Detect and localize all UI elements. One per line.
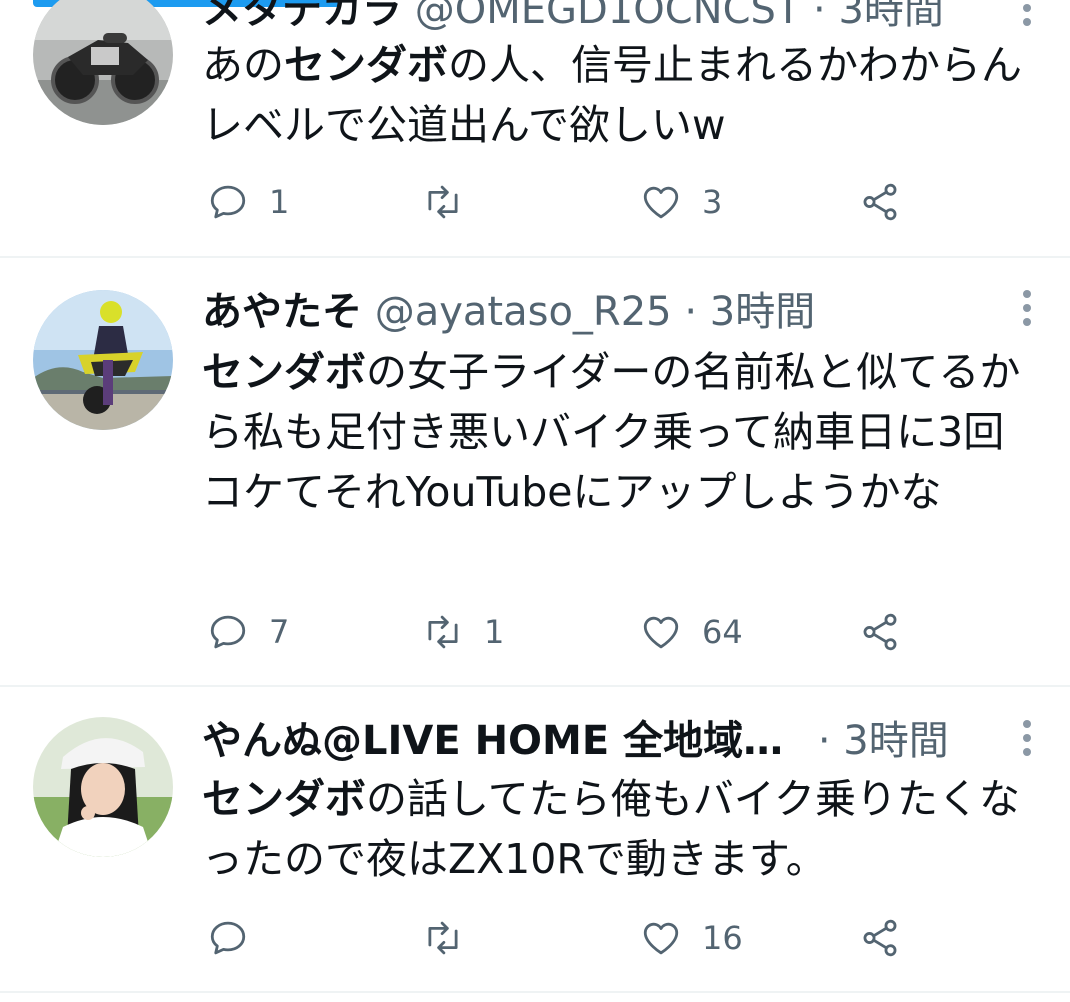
tweet-header: メタテカラ @OMEGD1OCNCST · 3時間	[202, 0, 1010, 40]
timestamp[interactable]: 3時間	[710, 289, 815, 335]
divider	[0, 991, 1070, 993]
like-button[interactable]: 64	[640, 610, 743, 654]
avatar[interactable]	[33, 0, 173, 125]
tweet[interactable]: やんぬ@LIVE HOME 全地域… · 3時間 センダボの話してたら俺もバイク…	[0, 687, 1070, 992]
tweet-actions: 16	[202, 916, 922, 960]
reply-button[interactable]: 1	[207, 180, 289, 224]
user-handle[interactable]: @ayataso_R25	[375, 289, 672, 335]
separator-dot: ·	[684, 289, 698, 335]
like-button[interactable]: 3	[640, 180, 722, 224]
display-name[interactable]: やんぬ@LIVE HOME 全地域…	[202, 718, 783, 764]
like-button[interactable]: 16	[640, 916, 743, 960]
tweet-actions: 1 3	[202, 180, 922, 224]
retweet-button[interactable]	[422, 916, 484, 960]
reply-icon	[210, 921, 246, 955]
timestamp[interactable]: 3時間	[838, 0, 943, 33]
tweet[interactable]: あやたそ @ayataso_R25 · 3時間 センダボの女子ライダーの名前私と…	[0, 257, 1070, 685]
avatar[interactable]	[33, 290, 173, 430]
reply-count: 7	[269, 613, 290, 651]
tweet-text: あのセンダボの人、信号止まれるかわからんレベルで公道出んで欲しいw	[202, 35, 1042, 155]
reply-count: 1	[269, 183, 290, 221]
more-icon[interactable]	[1022, 290, 1032, 330]
reply-icon	[210, 185, 246, 219]
tweet-header: やんぬ@LIVE HOME 全地域… · 3時間	[202, 711, 1010, 771]
like-count: 64	[702, 613, 743, 651]
reply-button[interactable]	[207, 916, 269, 960]
tweet-text-highlight: センダボ	[202, 775, 366, 823]
like-count: 3	[702, 183, 723, 221]
like-count: 16	[702, 919, 743, 957]
share-button[interactable]	[859, 916, 901, 960]
share-icon	[863, 919, 897, 957]
share-button[interactable]	[859, 180, 901, 224]
reply-icon	[210, 615, 246, 649]
avatar[interactable]	[33, 717, 173, 857]
user-handle[interactable]: @OMEGD1OCNCST	[415, 0, 801, 33]
tweet-header: あやたそ @ayataso_R25 · 3時間	[202, 282, 1010, 342]
tweet[interactable]: メタテカラ @OMEGD1OCNCST · 3時間 あのセンダボの人、信号止まれ…	[0, 0, 1070, 255]
like-icon	[643, 922, 679, 955]
retweet-icon	[428, 185, 458, 219]
share-icon	[863, 183, 897, 221]
display-name[interactable]: あやたそ	[202, 289, 362, 335]
separator-dot: ·	[813, 0, 826, 33]
more-icon[interactable]	[1022, 720, 1032, 760]
share-button[interactable]	[859, 610, 901, 654]
reply-button[interactable]: 7	[207, 610, 289, 654]
retweet-count: 1	[484, 613, 505, 651]
separator-dot: ·	[817, 718, 831, 764]
like-icon	[643, 616, 679, 649]
tweet-text-highlight: センダボ	[284, 41, 448, 89]
tweet-text: センダボの話してたら俺もバイク乗りたくなったので夜はZX10Rで動きます。	[202, 769, 1042, 889]
retweet-button[interactable]: 1	[422, 610, 504, 654]
tweet-text: センダボの女子ライダーの名前私と似てるから私も足付き悪いバイク乗って納車日に3回…	[202, 342, 1042, 522]
retweet-icon	[428, 921, 458, 955]
more-icon[interactable]	[1022, 0, 1032, 30]
timestamp[interactable]: 3時間	[843, 718, 948, 764]
share-icon	[863, 613, 897, 651]
tweet-text-highlight: センダボ	[202, 348, 366, 396]
like-icon	[643, 186, 679, 219]
tweet-actions: 7 1 64	[202, 610, 922, 654]
display-name[interactable]: メタテカラ	[202, 0, 402, 33]
tweet-text-prefix: あの	[202, 41, 284, 89]
retweet-button[interactable]	[422, 180, 484, 224]
retweet-icon	[428, 615, 458, 649]
